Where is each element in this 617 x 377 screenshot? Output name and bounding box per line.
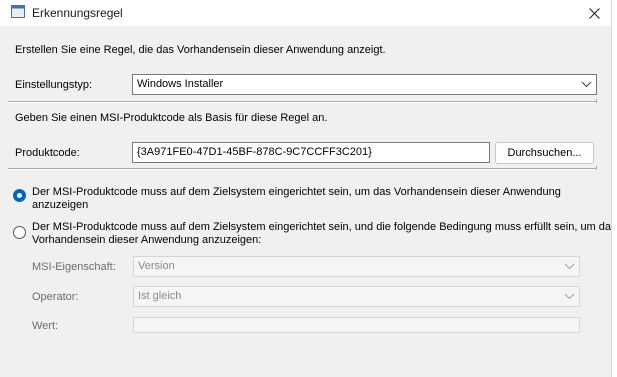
separator-end xyxy=(596,99,597,103)
msi-property-select[interactable]: Version xyxy=(133,256,580,277)
option-condition-label-line2: Vorhandensein dieser Anwendung anzuzeige… xyxy=(32,234,262,246)
msi-property-label: MSI-Eigenschaft: xyxy=(32,261,116,273)
window-icon xyxy=(11,5,25,18)
rule-type-select[interactable]: Windows Installer xyxy=(132,74,597,95)
window-title: Erkennungsregel xyxy=(32,6,123,20)
window-edge xyxy=(611,0,617,377)
option-installed-label-line2: anzuzeigen xyxy=(32,199,89,211)
separator xyxy=(8,101,597,103)
option-condition-label-line1: Der MSI-Produktcode muss auf dem Zielsys… xyxy=(32,221,617,233)
chevron-down-icon xyxy=(564,263,575,270)
msi-property-value: Version xyxy=(138,260,175,272)
option-condition-radio[interactable] xyxy=(13,226,26,239)
option-installed-label-line1: Der MSI-Produktcode muss auf dem Zielsys… xyxy=(32,186,561,198)
operator-select[interactable]: Ist gleich xyxy=(133,286,580,307)
rule-type-value: Windows Installer xyxy=(137,78,224,90)
product-code-field[interactable]: {3A971FE0-47D1-45BF-878C-9C7CCFF3C201} xyxy=(132,142,490,163)
operator-value: Ist gleich xyxy=(138,290,182,302)
rule-type-label: Einstellungstyp: xyxy=(15,79,93,91)
separator-end xyxy=(596,166,597,170)
value-label: Wert: xyxy=(32,320,59,332)
intro-text: Erstellen Sie eine Regel, die das Vorhan… xyxy=(15,44,386,56)
browse-button[interactable]: Durchsuchen... xyxy=(495,142,594,164)
operator-label: Operator: xyxy=(32,291,79,303)
chevron-down-icon xyxy=(581,81,592,88)
close-icon xyxy=(588,7,600,19)
close-button[interactable] xyxy=(580,2,608,24)
product-code-label: Produktcode: xyxy=(15,147,80,159)
title-bar: Erkennungsregel xyxy=(0,0,611,26)
detection-rule-dialog: Erkennungsregel Erstellen Sie eine Regel… xyxy=(0,0,617,377)
option-installed-radio[interactable] xyxy=(13,189,26,202)
msi-hint-text: Geben Sie einen MSI-Produktcode als Basi… xyxy=(15,112,328,124)
chevron-down-icon xyxy=(564,293,575,300)
product-code-value: {3A971FE0-47D1-45BF-878C-9C7CCFF3C201} xyxy=(137,146,372,158)
separator xyxy=(8,168,597,170)
value-field[interactable] xyxy=(133,317,580,333)
